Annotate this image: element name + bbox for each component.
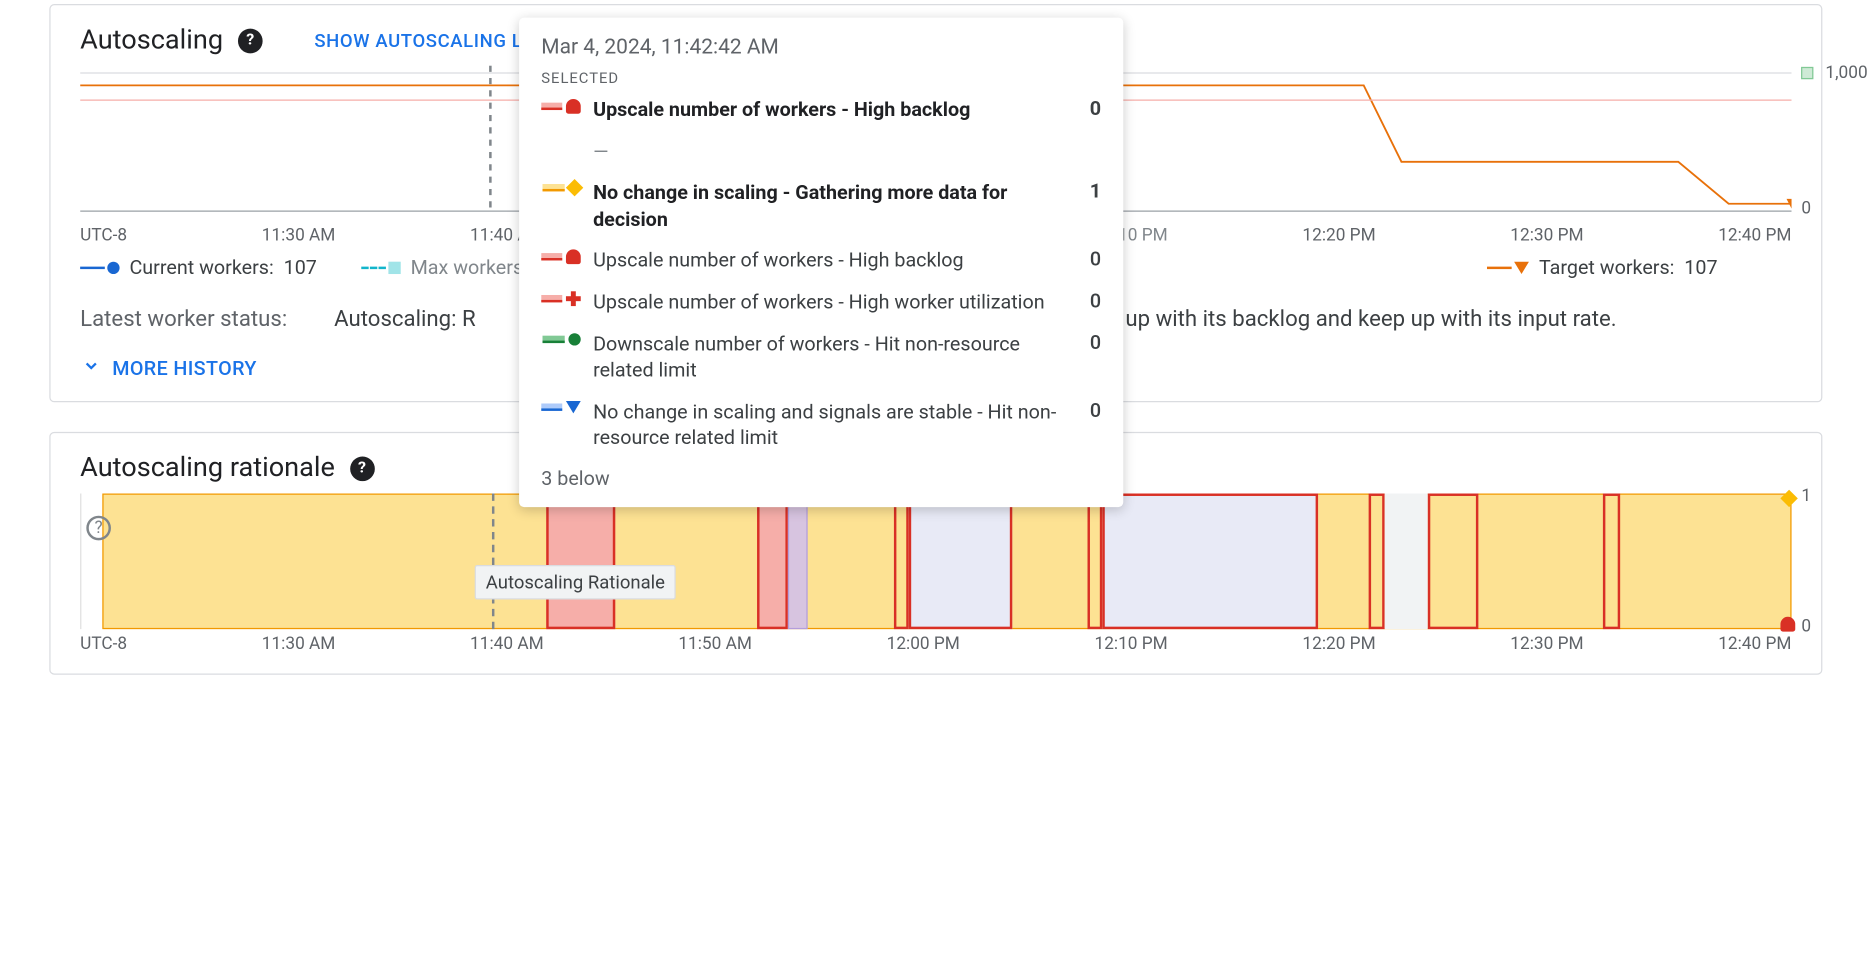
tooltip-row: Upscale number of workers - High backlog…: [541, 247, 1101, 274]
tz-label: UTC-8: [80, 634, 127, 654]
rationale-ylabel-bot: 0: [1801, 617, 1811, 637]
y-label-top: 1,000: [1801, 63, 1867, 83]
tooltip-row: Upscale number of workers - High backlog…: [541, 96, 1101, 123]
tooltip-selected-label: SELECTED: [541, 69, 1101, 86]
tooltip-row: Downscale number of workers - Hit non-re…: [541, 330, 1101, 383]
tooltip-row: Upscale number of workers - High worker …: [541, 289, 1101, 316]
legend-current-workers[interactable]: Current workers: 107: [80, 256, 317, 279]
chart-tooltip: Mar 4, 2024, 11:42:42 AM SELECTED Upscal…: [519, 18, 1123, 507]
rationale-xaxis: UTC-8 11:30 AM 11:40 AM 11:50 AM 12:00 P…: [80, 634, 1791, 654]
rationale-ylabel-top: 1: [1801, 486, 1811, 506]
autoscaling-title: Autoscaling: [80, 25, 223, 56]
tooltip-timestamp: Mar 4, 2024, 11:42:42 AM: [541, 35, 1101, 60]
chevron-down-icon: [80, 354, 102, 381]
tooltip-more-below: 3 below: [541, 466, 1101, 489]
tooltip-row: No change in scaling - Gathering more da…: [541, 179, 1101, 232]
tz-label: UTC-8: [80, 226, 127, 246]
rationale-hover-tooltip: Autoscaling Rationale: [475, 565, 676, 600]
status-label: Latest worker status:: [80, 306, 290, 332]
rationale-title: Autoscaling rationale: [80, 453, 335, 484]
question-icon[interactable]: ?: [86, 516, 111, 541]
help-icon[interactable]: ?: [238, 28, 263, 53]
bell-marker-icon: [1780, 613, 1795, 636]
legend-target-workers[interactable]: Target workers: 107: [1487, 256, 1717, 279]
diamond-marker-icon: [1783, 486, 1795, 509]
rationale-chart[interactable]: ? Autoscaling Rationale 1 0: [80, 494, 1791, 630]
autoscaling-card: Autoscaling ? SHOW AUTOSCALING LOGS 1,00…: [49, 4, 1822, 402]
help-icon[interactable]: ?: [350, 456, 375, 481]
tooltip-row: —: [541, 138, 1101, 165]
y-label-bot: 0: [1801, 199, 1811, 219]
tooltip-row: No change in scaling and signals are sta…: [541, 398, 1101, 451]
